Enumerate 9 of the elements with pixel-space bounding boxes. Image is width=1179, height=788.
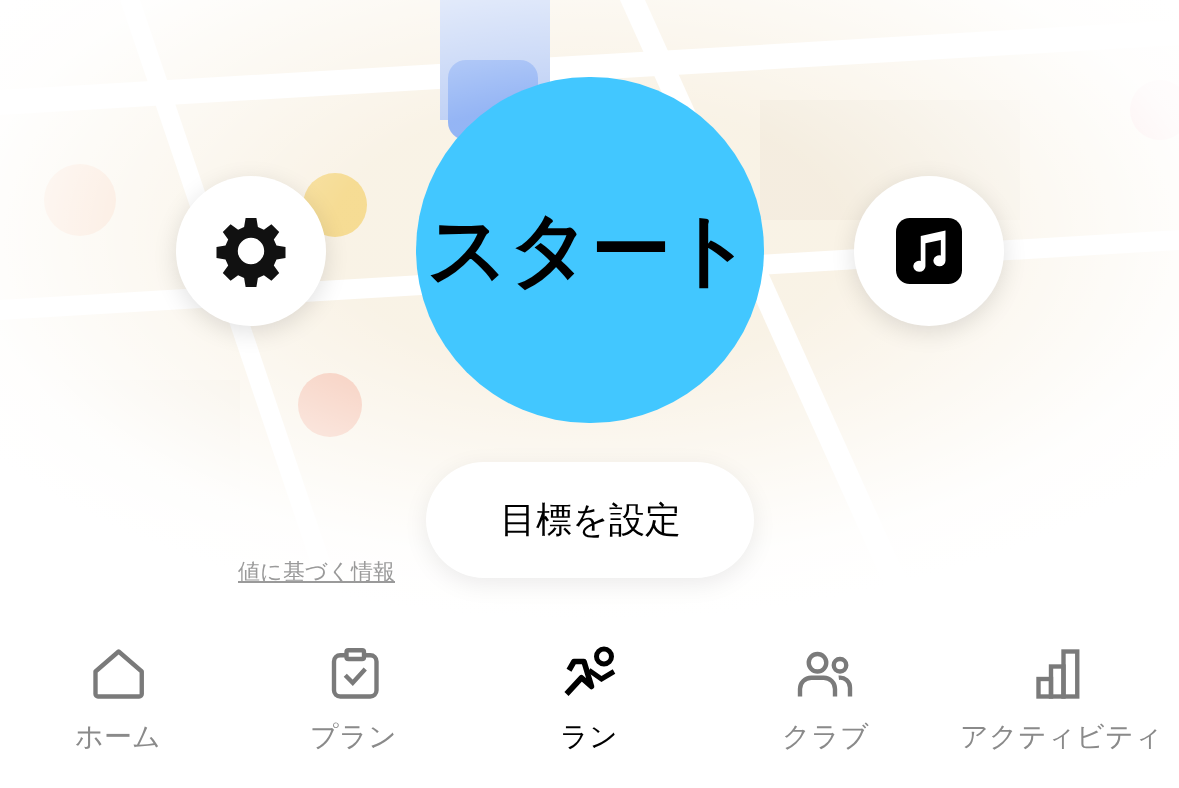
tab[interactable]: アクティビティ bbox=[959, 716, 1163, 758]
music-icon bbox=[896, 218, 962, 284]
map-attribution-link[interactable]: 値に基づく情報 bbox=[238, 555, 395, 588]
tab[interactable]: ホーム bbox=[74, 716, 161, 758]
tab[interactable]: クラブ bbox=[781, 716, 869, 758]
tab[interactable]: ラン bbox=[560, 716, 619, 758]
settings-icon bbox=[215, 215, 287, 287]
tab[interactable]: プラン bbox=[310, 716, 398, 758]
goal-button[interactable]: 目標を設定 bbox=[426, 462, 754, 578]
